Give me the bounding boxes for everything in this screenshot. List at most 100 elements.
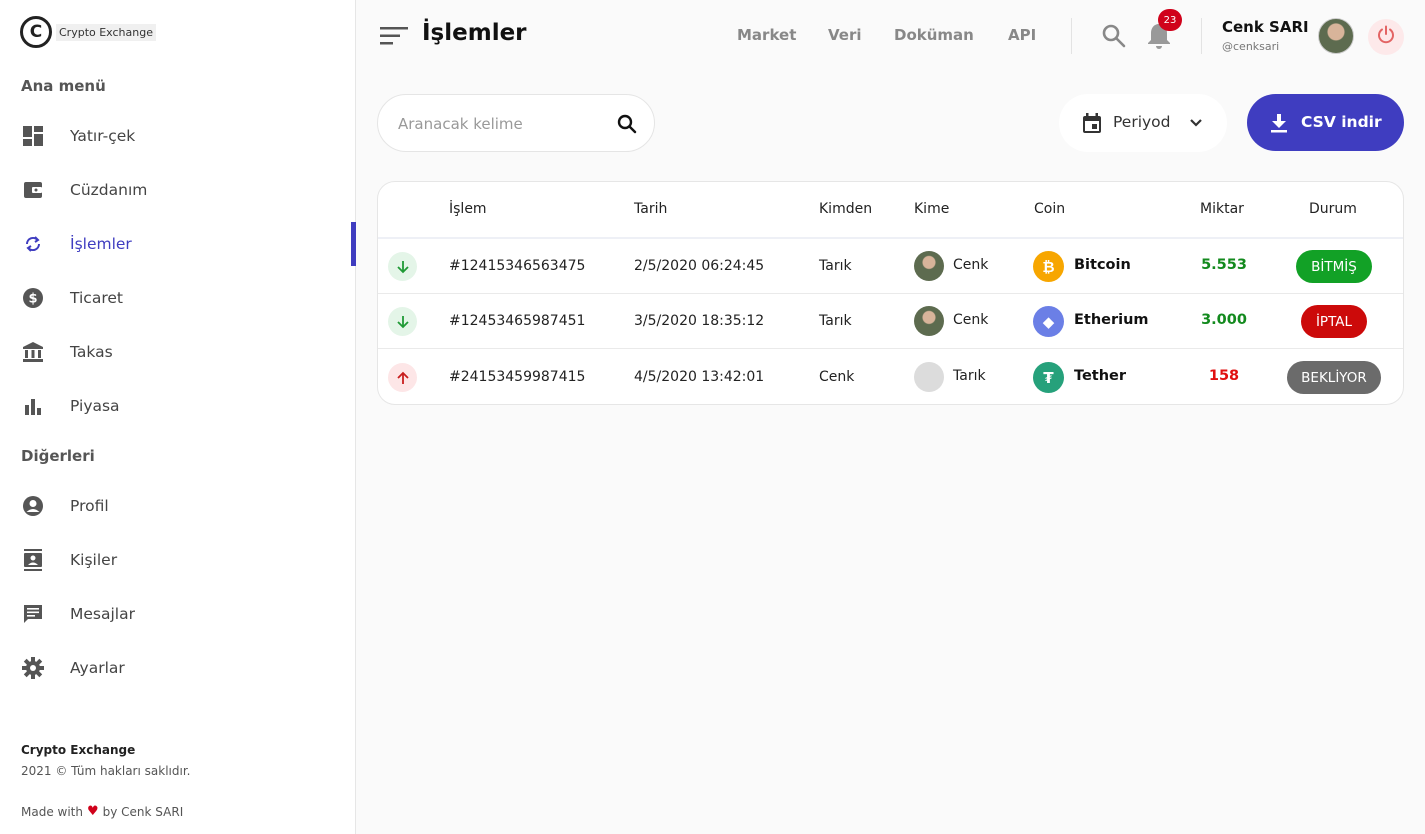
transaction-amount: 3.000 [1201,312,1247,328]
search-icon[interactable] [1101,23,1127,49]
status-badge: BİTMİŞ [1296,250,1372,283]
column-header: Miktar [1200,201,1244,217]
csv-download-label: CSV indir [1301,113,1382,131]
transaction-to: Cenk [953,312,989,328]
nav-link-market[interactable]: Market [737,26,796,44]
profile-icon [22,495,44,517]
chevron-down-icon [1187,114,1205,132]
period-dropdown[interactable]: Periyod [1059,94,1227,152]
column-header: Durum [1309,201,1357,217]
svg-text:$: $ [28,292,37,307]
sidebar-item-label: Cüzdanım [70,181,148,199]
power-icon [1376,25,1396,49]
csv-download-button[interactable]: CSV indir [1247,94,1404,151]
transaction-date: 3/5/2020 18:35:12 [634,313,765,329]
search-icon[interactable] [616,113,638,135]
coin-name: Tether [1074,368,1127,384]
status-badge: İPTAL [1301,305,1367,338]
sidebar-item-label: Ayarlar [70,659,125,677]
transaction-to: Tarık [953,368,986,384]
sidebar-item-label: Mesajlar [70,605,135,623]
transactions-table: İşlem Tarih Kimden Kime Coin Miktar Duru… [377,181,1404,405]
user-handle: @cenksari [1222,40,1280,53]
logout-button[interactable] [1368,19,1404,55]
header-divider [1201,18,1202,54]
incoming-arrow-icon [388,252,417,281]
sidebar-item-yatir-cek[interactable]: Yatır-çek [0,114,356,158]
transaction-date: 4/5/2020 13:42:01 [634,369,765,385]
transaction-id: #12415346563475 [449,258,586,274]
coin-name: Bitcoin [1074,257,1131,273]
footer-credit: Made with ♥ by Cenk SARI [21,804,183,819]
sidebar-item-profil[interactable]: Profil [0,484,356,528]
avatar [914,306,944,336]
sidebar-item-label: Ticaret [70,289,123,307]
sidebar-item-label: İşlemler [70,235,132,253]
sidebar-item-islemler[interactable]: İşlemler [0,222,356,266]
header-divider [1071,18,1072,54]
logo-mark: C [20,16,52,48]
footer-made-suffix: by Cenk SARI [102,804,184,819]
search-input[interactable] [398,112,608,136]
sidebar-item-ticaret[interactable]: $ Ticaret [0,276,356,320]
period-label: Periyod [1113,113,1171,131]
coin-name: Etherium [1074,312,1149,328]
transaction-to: Cenk [953,257,989,273]
column-header: Tarih [634,201,668,217]
sidebar-item-label: Kişiler [70,551,118,569]
sidebar-item-ayarlar[interactable]: Ayarlar [0,646,356,690]
incoming-arrow-icon [388,307,417,336]
bar-chart-icon [22,395,44,417]
footer-copyright: 2021 © Tüm hakları saklıdır. [21,764,191,778]
contacts-icon [22,549,44,571]
brand-logo[interactable]: C Crypto Exchange [20,16,156,48]
transaction-from: Tarık [819,313,852,329]
table-row[interactable]: #12453465987451 3/5/2020 18:35:12 Tarık … [378,294,1403,349]
status-badge: BEKLİYOR [1287,361,1381,394]
column-header: Kimden [819,201,873,217]
nav-link-veri[interactable]: Veri [828,26,862,44]
sidebar-item-piyasa[interactable]: Piyasa [0,384,356,428]
hamburger-menu-icon[interactable] [380,26,408,46]
transaction-from: Tarık [819,258,852,274]
nav-link-dokuman[interactable]: Doküman [894,26,974,44]
sidebar-item-label: Yatır-çek [70,127,136,145]
user-name: Cenk SARI [1222,18,1309,36]
transaction-id: #24153459987415 [449,369,586,385]
wallet-icon [22,179,44,201]
avatar[interactable] [1318,18,1354,54]
calendar-icon [1081,112,1103,134]
sidebar-item-takas[interactable]: Takas [0,330,356,374]
bitcoin-icon: ₿ [1033,251,1064,282]
row-divider [378,348,1403,349]
others-menu-title: Diğerleri [21,447,95,465]
page-title: İşlemler [422,20,527,46]
outgoing-arrow-icon [388,363,417,392]
sidebar-item-kisiler[interactable]: Kişiler [0,538,356,582]
table-row[interactable]: #24153459987415 4/5/2020 13:42:01 Cenk T… [378,350,1403,404]
dollar-icon: $ [22,287,44,309]
avatar [914,362,944,392]
table-row[interactable]: #12415346563475 2/5/2020 06:24:45 Tarık … [378,239,1403,294]
search-field[interactable] [377,94,655,152]
heart-icon: ♥ [86,804,99,819]
message-icon [22,603,44,625]
tether-icon: ₮ [1033,362,1064,393]
dashboard-icon [22,125,44,147]
download-icon [1269,113,1289,133]
sidebar-item-mesajlar[interactable]: Mesajlar [0,592,356,636]
sidebar-item-cuzdanim[interactable]: Cüzdanım [0,168,356,212]
main-menu-title: Ana menü [21,77,106,95]
nav-link-api[interactable]: API [1008,26,1036,44]
transaction-amount: 5.553 [1201,257,1247,273]
column-header: Coin [1034,201,1066,217]
sidebar-item-label: Profil [70,497,109,515]
bank-icon [22,341,44,363]
footer-made-prefix: Made with [21,804,83,819]
ethereum-icon: ◆ [1033,306,1064,337]
settings-icon [22,657,44,679]
transaction-date: 2/5/2020 06:24:45 [634,258,765,274]
sync-icon [22,233,44,255]
sidebar-item-label: Takas [70,343,113,361]
brand-name: Crypto Exchange [56,23,156,41]
